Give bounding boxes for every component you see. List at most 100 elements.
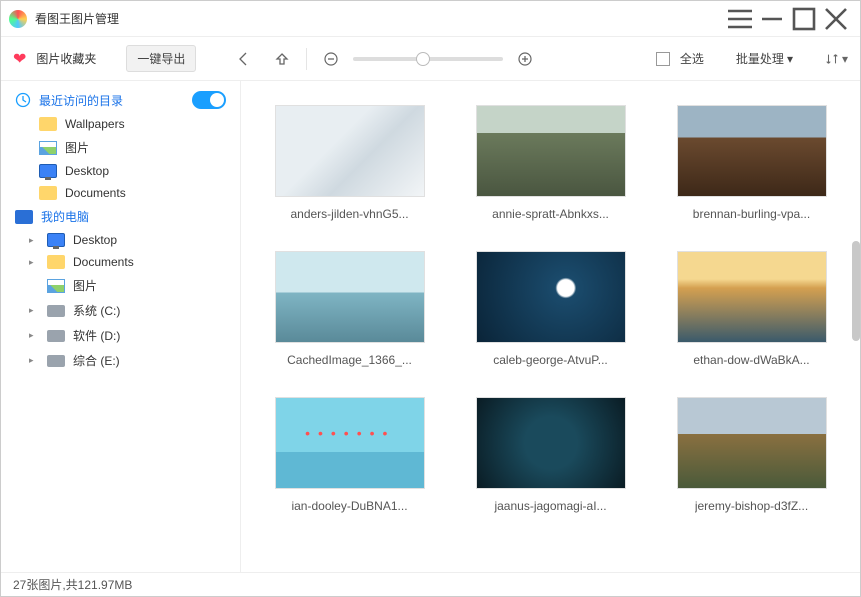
recent-toggle[interactable] <box>192 91 226 109</box>
chevron-down-icon: ▾ <box>787 52 793 66</box>
thumbnail-label: annie-spratt-Abnkxs... <box>492 207 609 221</box>
thumbnail-item[interactable]: anders-jilden-vhnG5... <box>269 105 430 221</box>
title-bar: 看图王图片管理 <box>1 1 860 37</box>
sidebar-item[interactable]: Documents <box>1 182 240 204</box>
thumbnail-item[interactable]: ethan-dow-dWaBkA... <box>671 251 832 367</box>
body: 最近访问的目录 Wallpapers 图片 Desktop Documents 我的电… <box>1 81 860 572</box>
maximize-button[interactable] <box>788 3 820 35</box>
expand-icon[interactable]: ▸ <box>29 305 39 316</box>
item-label: Desktop <box>73 233 117 247</box>
hamburger-menu-icon[interactable] <box>724 3 756 35</box>
thumbnail-item[interactable]: annie-spratt-Abnkxs... <box>470 105 631 221</box>
thumbnail-image[interactable] <box>677 251 827 343</box>
thumbnail-item[interactable]: CachedImage_1366_... <box>269 251 430 367</box>
thumbnail-label: anders-jilden-vhnG5... <box>290 207 408 221</box>
content-area: anders-jilden-vhnG5... annie-spratt-Abnkx… <box>241 81 860 572</box>
computer-icon <box>15 210 33 224</box>
minimize-button[interactable] <box>756 3 788 35</box>
thumbnail-item[interactable]: jeremy-bishop-d3fZ... <box>671 397 832 513</box>
folder-icon <box>39 186 57 200</box>
thumbnail-image[interactable] <box>275 397 425 489</box>
thumbnail-image[interactable] <box>476 251 626 343</box>
zoom-in-button[interactable] <box>511 45 539 73</box>
item-label: 图片 <box>73 277 97 294</box>
my-pc-label: 我的电脑 <box>41 208 89 225</box>
sidebar-item[interactable]: ▸ 软件 (D:) <box>1 323 240 348</box>
thumbnail-image[interactable] <box>476 397 626 489</box>
batch-process-dropdown[interactable]: 批量处理 ▾ <box>736 50 793 67</box>
item-label: 综合 (E:) <box>73 352 120 369</box>
drive-icon <box>47 330 65 342</box>
close-button[interactable] <box>820 3 852 35</box>
thumbnail-label: jeremy-bishop-d3fZ... <box>695 499 808 513</box>
thumbnail-label: ethan-dow-dWaBkA... <box>693 353 809 367</box>
sidebar-item[interactable]: Wallpapers <box>1 113 240 135</box>
thumbnail-label: jaanus-jagomagi-aI... <box>494 499 606 513</box>
sidebar: 最近访问的目录 Wallpapers 图片 Desktop Documents 我的电… <box>1 81 241 572</box>
sidebar-item[interactable]: 图片 <box>1 135 240 160</box>
thumbnail-image[interactable] <box>677 397 827 489</box>
sidebar-item[interactable]: ▸ Desktop <box>1 229 240 251</box>
thumbnail-label: ian-dooley-DuBNA1... <box>291 499 407 513</box>
export-button[interactable]: 一键导出 <box>126 45 196 72</box>
thumbnail-grid: anders-jilden-vhnG5... annie-spratt-Abnkx… <box>269 105 832 513</box>
clock-icon <box>15 92 31 108</box>
expand-icon[interactable]: ▸ <box>29 257 39 268</box>
thumbnail-item[interactable]: brennan-burling-vpa... <box>671 105 832 221</box>
thumbnail-item[interactable]: jaanus-jagomagi-aI... <box>470 397 631 513</box>
divider <box>306 48 307 70</box>
my-pc-header[interactable]: 我的电脑 <box>1 204 240 229</box>
window-title: 看图王图片管理 <box>35 10 724 27</box>
item-label: 图片 <box>65 139 89 156</box>
thumbnail-label: caleb-george-AtvuP... <box>493 353 608 367</box>
folder-icon <box>39 117 57 131</box>
item-label: 软件 (D:) <box>73 327 120 344</box>
thumbnail-label: brennan-burling-vpa... <box>693 207 810 221</box>
favorites-label[interactable]: 图片收藏夹 <box>36 50 96 67</box>
select-all-checkbox[interactable] <box>656 52 670 66</box>
heart-icon: ❤ <box>13 49 26 69</box>
drive-icon <box>47 355 65 367</box>
app-window: 看图王图片管理 ❤ 图片收藏夹 一键导出 全选 批量处理 <box>0 0 861 597</box>
item-label: Desktop <box>65 164 109 178</box>
toolbar: ❤ 图片收藏夹 一键导出 全选 批量处理 ▾ ▾ <box>1 37 860 81</box>
item-label: Documents <box>73 255 134 269</box>
recent-section-header[interactable]: 最近访问的目录 <box>1 87 240 113</box>
drive-icon <box>47 305 65 317</box>
sidebar-item[interactable]: ▸ Documents <box>1 251 240 273</box>
app-logo-icon <box>9 10 27 28</box>
folder-icon <box>47 255 65 269</box>
thumbnail-item[interactable]: ian-dooley-DuBNA1... <box>269 397 430 513</box>
slider-thumb[interactable] <box>416 52 430 66</box>
sidebar-item[interactable]: ▸ 综合 (E:) <box>1 348 240 373</box>
chevron-down-icon: ▾ <box>842 52 848 66</box>
zoom-out-button[interactable] <box>317 45 345 73</box>
monitor-icon <box>47 233 65 247</box>
status-text: 27张图片,共121.97MB <box>13 576 132 593</box>
expand-icon[interactable]: ▸ <box>29 330 39 341</box>
item-label: 系统 (C:) <box>73 302 120 319</box>
sidebar-item[interactable]: ▸ 系统 (C:) <box>1 298 240 323</box>
sidebar-item[interactable]: Desktop <box>1 160 240 182</box>
sidebar-item[interactable]: 图片 <box>1 273 240 298</box>
thumbnail-item[interactable]: caleb-george-AtvuP... <box>470 251 631 367</box>
back-button[interactable] <box>230 45 258 73</box>
expand-icon[interactable]: ▸ <box>29 355 39 366</box>
recent-label: 最近访问的目录 <box>39 92 123 109</box>
sort-dropdown[interactable]: ▾ <box>825 52 848 66</box>
thumbnail-image[interactable] <box>677 105 827 197</box>
monitor-icon <box>39 164 57 178</box>
item-label: Documents <box>65 186 126 200</box>
zoom-slider-group <box>317 45 539 73</box>
thumbnail-image[interactable] <box>275 105 425 197</box>
item-label: Wallpapers <box>65 117 125 131</box>
zoom-slider[interactable] <box>353 57 503 61</box>
select-all-label[interactable]: 全选 <box>680 50 704 67</box>
status-bar: 27张图片,共121.97MB <box>1 572 860 596</box>
scrollbar-thumb[interactable] <box>852 241 860 341</box>
expand-icon[interactable]: ▸ <box>29 235 39 246</box>
thumbnail-image[interactable] <box>275 251 425 343</box>
thumbnail-image[interactable] <box>476 105 626 197</box>
up-button[interactable] <box>268 45 296 73</box>
thumbnail-label: CachedImage_1366_... <box>287 353 412 367</box>
